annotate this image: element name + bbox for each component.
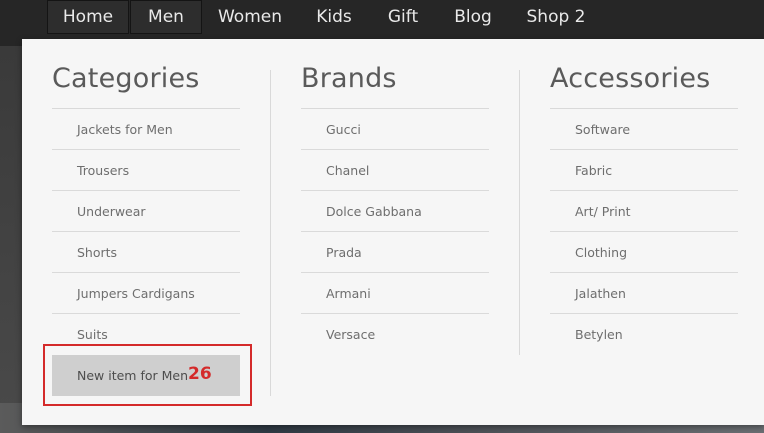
accessories-title: Accessories — [550, 63, 711, 94]
categories-item-underwear[interactable]: Underwear — [52, 191, 240, 232]
categories-title: Categories — [52, 63, 200, 94]
categories-item-jumpers-cardigans[interactable]: Jumpers Cardigans — [52, 273, 240, 314]
accessories-item-fabric[interactable]: Fabric — [550, 150, 738, 191]
mega-menu-panel: Categories Jackets for Men Trousers Unde… — [22, 39, 764, 425]
brands-title: Brands — [301, 63, 397, 94]
brands-item-prada[interactable]: Prada — [301, 232, 489, 273]
nav-item-kids[interactable]: Kids — [306, 0, 362, 34]
brands-item-versace[interactable]: Versace — [301, 314, 489, 355]
nav-item-gift[interactable]: Gift — [380, 0, 426, 34]
brands-item-armani[interactable]: Armani — [301, 273, 489, 314]
accessories-item-betylen[interactable]: Betylen — [550, 314, 738, 355]
nav-item-shop-2[interactable]: Shop 2 — [521, 0, 591, 34]
categories-item-trousers[interactable]: Trousers — [52, 150, 240, 191]
categories-item-shorts[interactable]: Shorts — [52, 232, 240, 273]
categories-item-jackets-for-men[interactable]: Jackets for Men — [52, 109, 240, 150]
annotation-badge: 26 — [188, 364, 212, 384]
nav-item-home[interactable]: Home — [47, 0, 129, 34]
column-divider-1 — [270, 70, 271, 396]
brands-item-dolce-gabbana[interactable]: Dolce Gabbana — [301, 191, 489, 232]
accessories-item-software[interactable]: Software — [550, 109, 738, 150]
column-divider-2 — [519, 70, 520, 355]
nav-item-blog[interactable]: Blog — [447, 0, 499, 34]
annotation-highlight-box — [43, 344, 252, 406]
brands-item-gucci[interactable]: Gucci — [301, 109, 489, 150]
accessories-item-clothing[interactable]: Clothing — [550, 232, 738, 273]
nav-item-women[interactable]: Women — [212, 0, 288, 34]
accessories-item-art-print[interactable]: Art/ Print — [550, 191, 738, 232]
accessories-item-jalathen[interactable]: Jalathen — [550, 273, 738, 314]
brands-item-chanel[interactable]: Chanel — [301, 150, 489, 191]
nav-item-men[interactable]: Men — [130, 0, 202, 34]
